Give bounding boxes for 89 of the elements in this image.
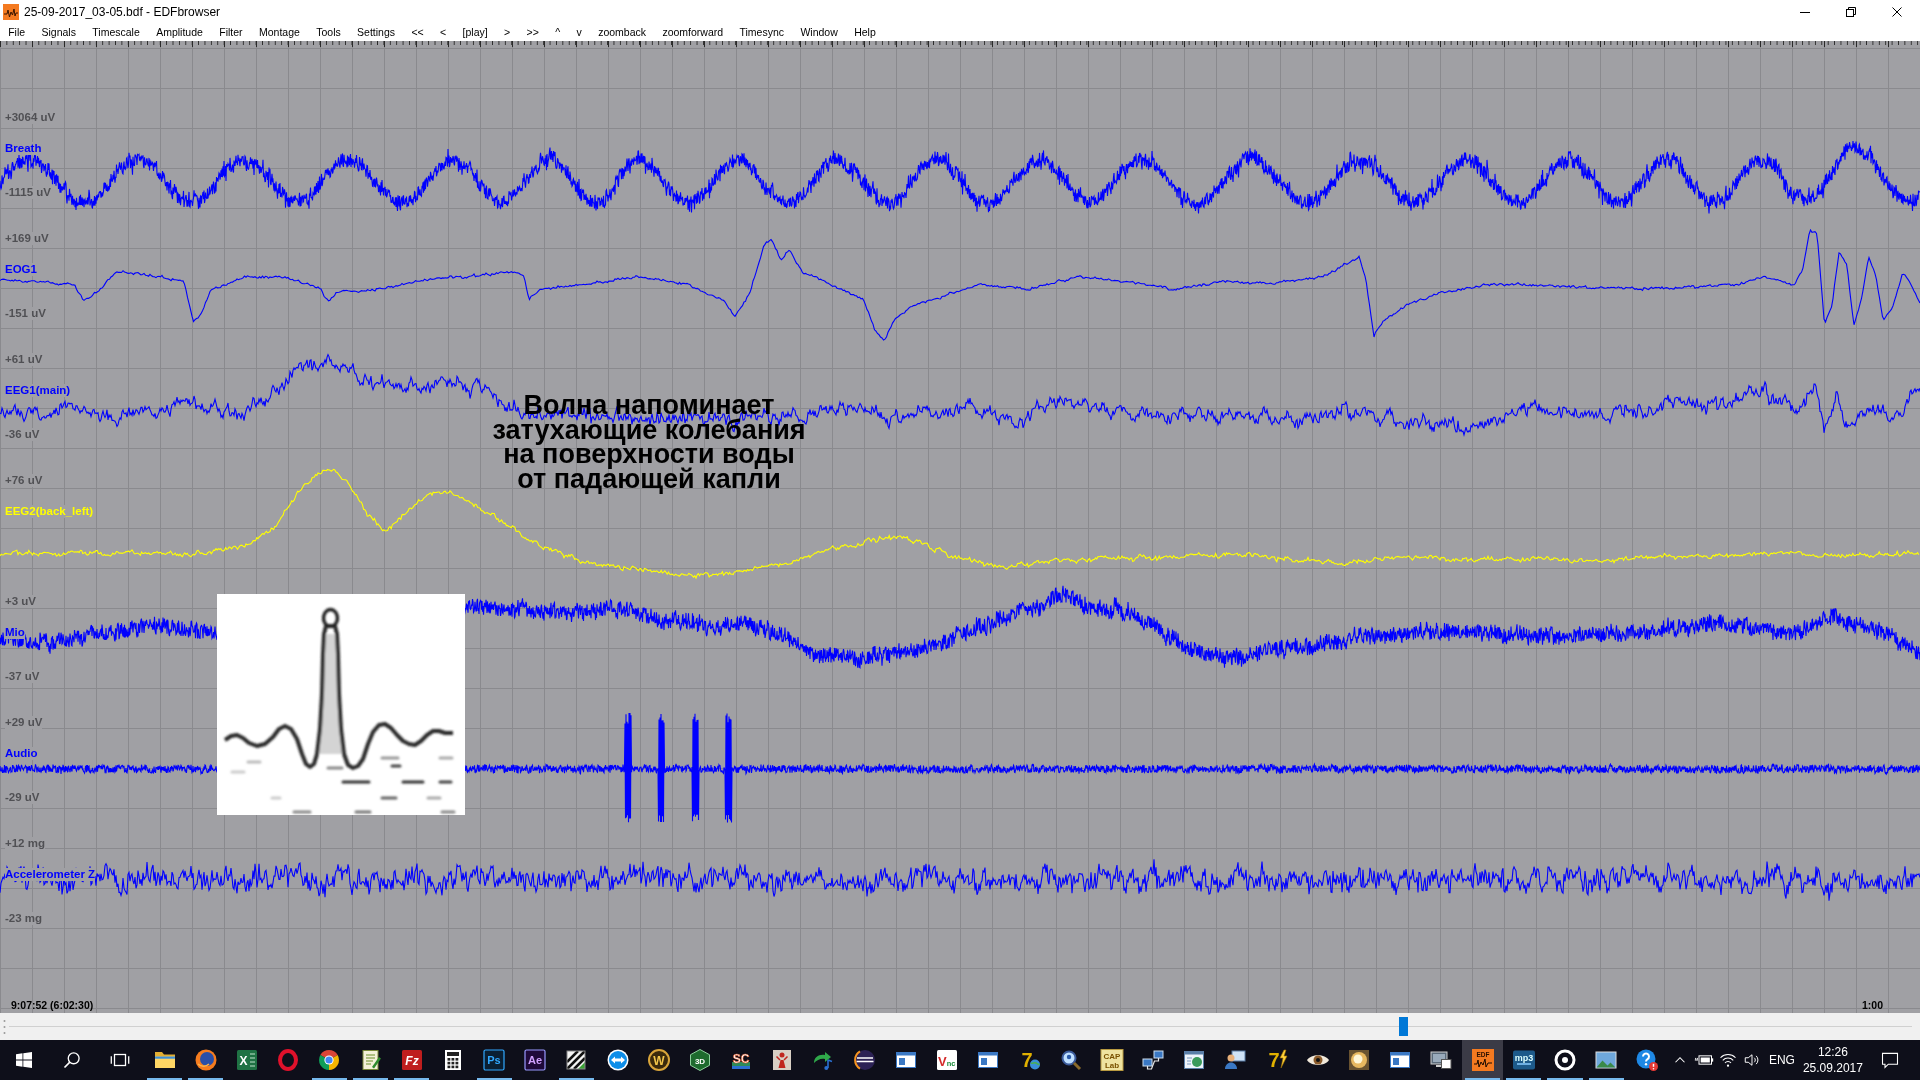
menu-item[interactable]: zoomback (589, 24, 655, 40)
striped-circle-icon (852, 1048, 877, 1072)
channel-name: EEG2(back_left) (5, 504, 94, 518)
taskbar-button[interactable]: Fz (391, 1040, 433, 1080)
scale-label: +76 uV (5, 474, 43, 487)
taskbar-button[interactable]: X (226, 1040, 268, 1080)
letter-tile-icon: mp3 (1511, 1048, 1536, 1072)
taskbar-button[interactable]: 7 (1008, 1040, 1051, 1080)
language-indicator[interactable]: ENG (1768, 1052, 1795, 1068)
clock-time[interactable]: 12:26 (1817, 1044, 1848, 1060)
scale-label: -151 uV (5, 306, 46, 320)
menu-item[interactable]: ^ (547, 24, 569, 40)
channel-name: EEG1(main) (5, 383, 71, 397)
wifi-icon[interactable] (1718, 1051, 1737, 1069)
menu-item[interactable]: Tools (308, 24, 349, 40)
double-arrow-circle-icon (605, 1048, 630, 1072)
menu-item[interactable]: [play] (454, 24, 496, 40)
menu-item[interactable]: Montage (250, 24, 308, 40)
letter-tile-icon: CAP Lab (1099, 1048, 1124, 1072)
slider-thumb[interactable] (1399, 1017, 1409, 1036)
globe-swirl-icon (193, 1048, 218, 1072)
scale-label: +61 uV (5, 353, 43, 366)
volume-icon[interactable] (1742, 1051, 1761, 1069)
channel-name: Mio (5, 625, 25, 639)
striped-tile-icon (564, 1048, 589, 1072)
menu-item[interactable]: Filter (211, 24, 251, 40)
menu-item[interactable]: Window (792, 24, 846, 40)
menu-item[interactable]: Help (845, 24, 884, 40)
grip-icon (3, 1018, 6, 1035)
timescale-label: 1:00 (1862, 999, 1883, 1012)
taskbar-button[interactable]: 3D (679, 1040, 721, 1080)
menu-item[interactable]: << (403, 24, 432, 40)
taskbar-button[interactable]: Ps (473, 1040, 515, 1080)
letter-tile-icon: X (234, 1048, 259, 1072)
channel-name: Audio (5, 746, 38, 760)
taskbar-button[interactable]: mp3 (1503, 1040, 1545, 1080)
scale-label: -1115 uV (5, 185, 52, 199)
channel-name: EOG1 (5, 262, 37, 276)
channel-name: Breath (5, 141, 42, 155)
menu-item[interactable]: < (431, 24, 455, 40)
clock-date[interactable]: 25.09.2017 (1802, 1060, 1863, 1076)
taskbar-button[interactable]: W (638, 1040, 680, 1080)
network-computers-icon (1141, 1048, 1166, 1072)
scale-label: -37 uV (5, 669, 40, 683)
menu-item[interactable]: > (495, 24, 519, 40)
segmented-circle-icon (317, 1048, 342, 1072)
menu-item[interactable]: Timescale (84, 24, 148, 40)
orb-icon (1347, 1048, 1372, 1072)
notification-icon[interactable] (1879, 1050, 1900, 1070)
menu-item[interactable]: >> (518, 24, 548, 40)
menu-item[interactable]: zoomforward (654, 24, 732, 40)
scale-label: +29 uV (5, 716, 43, 729)
menu-item[interactable]: Timesync (731, 24, 793, 40)
scale-label: -36 uV (5, 427, 40, 441)
close-icon (1892, 6, 1902, 17)
letter-tile-icon: Ae (523, 1048, 548, 1072)
waveform-icon (3, 3, 19, 20)
four-panes-icon (16, 1052, 32, 1068)
cube-icon: 3D (688, 1048, 713, 1072)
time-position: 9:07:52 (6:02:30) (11, 999, 94, 1012)
window-title: 25-09-2017_03-05.bdf - EDFbrowser (24, 4, 221, 19)
scale-label: +169 uV (5, 232, 49, 245)
letter-tile-icon: Ps (482, 1048, 507, 1072)
window-globe-icon (1182, 1048, 1207, 1072)
scale-label: -29 uV (5, 790, 40, 804)
menu-item[interactable]: v (568, 24, 590, 40)
menu-item[interactable]: Signals (33, 24, 85, 40)
taskbar-button[interactable]: CAP Lab (1091, 1040, 1133, 1080)
help-icon (1635, 1048, 1660, 1072)
scale-label: +3 uV (5, 595, 36, 608)
letter-tile-icon: Fz (399, 1048, 424, 1072)
computer-icon (1429, 1048, 1454, 1072)
scale-label: -23 mg (5, 911, 43, 925)
taskbar-button[interactable]: SC (720, 1040, 762, 1080)
menu-item[interactable]: File (0, 24, 34, 40)
restore-icon (1846, 6, 1856, 17)
channel-name: Accelerometer Z (5, 867, 96, 881)
user-icon (1223, 1048, 1248, 1072)
menu-item[interactable]: Settings (348, 24, 404, 40)
ring-icon (276, 1048, 301, 1072)
taskbar-button[interactable]: 7 (1256, 1040, 1298, 1080)
target-icon (1552, 1048, 1577, 1072)
letter-disc-icon: W (646, 1048, 671, 1072)
scale-label: +12 mg (5, 837, 45, 850)
landscape-icon (1594, 1048, 1619, 1072)
menu-item[interactable]: Amplitude (147, 24, 212, 40)
scale-label: +3064 uV (5, 111, 56, 124)
taskbar-button[interactable]: Ae (514, 1040, 556, 1080)
search-icon (62, 1050, 82, 1070)
